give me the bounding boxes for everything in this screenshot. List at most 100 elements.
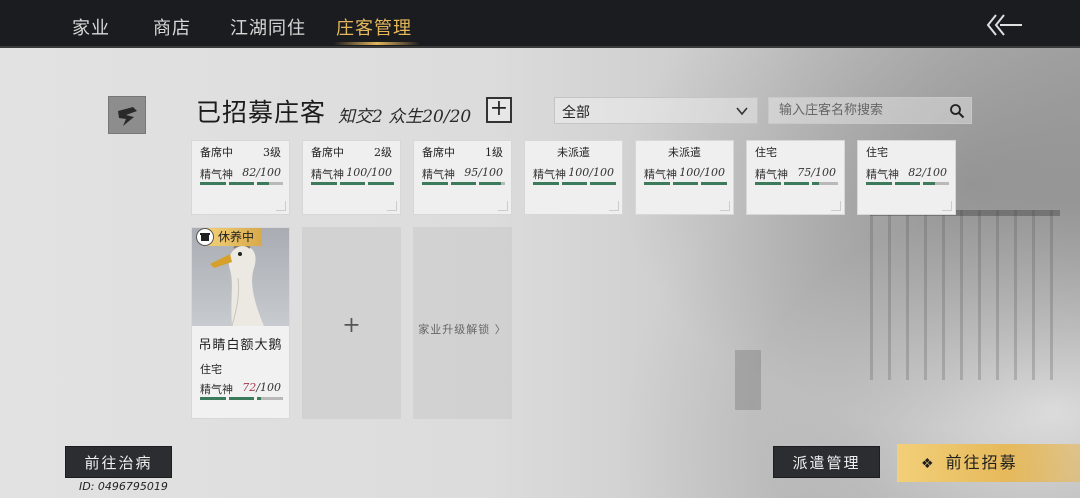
background-lantern	[735, 350, 761, 410]
stamina-bar-segment	[783, 182, 810, 185]
stamina-bar-segment	[644, 182, 670, 185]
stamina-bar	[866, 182, 950, 185]
go-recruit-label: 前往招募	[945, 453, 1018, 472]
stamina-bar-fill	[923, 182, 936, 185]
tab-family-business[interactable]: 家业	[72, 14, 110, 40]
resident-card-goose[interactable]: 休养中 吊睛白额大鹅 住宅 精气神 72/100	[191, 227, 290, 419]
stamina-bar-segment	[450, 182, 477, 185]
add-slot-plus-icon: +	[342, 313, 361, 338]
chevron-down-icon	[736, 107, 748, 116]
stamina-bar-segment	[200, 182, 226, 185]
resident-status: 备席中	[422, 146, 455, 159]
stamina-bar-fill	[644, 182, 670, 185]
search-icon[interactable]	[949, 103, 965, 119]
go-recruit-button[interactable]: ❖ 前往招募	[897, 444, 1080, 482]
resident-location: 住宅	[200, 363, 222, 376]
tab-shop[interactable]: 商店	[153, 14, 191, 40]
locked-resident-slot[interactable]: 家业升级解锁 〉	[413, 227, 512, 419]
stamina-bar-segment	[866, 182, 892, 185]
stamina-label: 精气神	[200, 383, 233, 396]
resident-emblem-icon	[108, 96, 146, 134]
stamina-bar-segment	[368, 182, 395, 185]
stamina-bar-segment	[590, 182, 617, 185]
stamina-bar-fill	[311, 182, 337, 185]
stamina-bar-fill	[755, 182, 781, 185]
stamina-bar-segment	[923, 182, 950, 185]
stamina-value: 82/100	[242, 166, 281, 179]
stamina-label: 精气神	[422, 168, 455, 181]
stamina-current: 72	[242, 381, 257, 394]
card-corner-ornament	[831, 201, 841, 211]
stamina-bar	[533, 182, 617, 185]
resident-card[interactable]: 住宅 精气神 82/100	[857, 140, 956, 215]
stamina-bar-fill	[257, 182, 270, 185]
stamina-bar-segment	[228, 397, 255, 400]
go-heal-button[interactable]: 前往治病	[65, 446, 172, 478]
resident-status: 未派遣	[668, 146, 701, 159]
stamina-bar-segment	[755, 182, 781, 185]
stamina-bar-segment	[533, 182, 559, 185]
resident-card[interactable]: 备席中 2级 精气神 100/100	[302, 140, 401, 215]
search-box	[768, 97, 972, 124]
resident-level: 1级	[485, 146, 503, 159]
back-button[interactable]	[984, 12, 1024, 38]
card-corner-ornament	[387, 201, 397, 211]
stamina-bar	[644, 182, 728, 185]
resting-status-badge: 休养中	[196, 228, 263, 246]
stamina-bar-fill	[450, 182, 477, 185]
stamina-bar-segment	[701, 182, 728, 185]
stamina-bar-segment	[339, 182, 366, 185]
stamina-bar-segment	[812, 182, 839, 185]
stamina-label: 精气神	[311, 168, 344, 181]
stamina-bar-segment	[479, 182, 506, 185]
stamina-bar-fill	[479, 182, 502, 185]
stamina-max: /100	[256, 381, 281, 394]
stamina-bar	[311, 182, 395, 185]
stamina-bar-fill	[422, 182, 448, 185]
stamina-bar-fill	[866, 182, 892, 185]
stamina-bar-fill	[533, 182, 559, 185]
search-input[interactable]	[769, 98, 939, 123]
card-corner-ornament	[720, 201, 730, 211]
resting-status-text: 休养中	[218, 230, 255, 244]
stamina-bar-fill	[368, 182, 395, 185]
stamina-bar-segment	[894, 182, 921, 185]
stamina-value: 100/100	[679, 166, 725, 179]
resident-card[interactable]: 未派遣 精气神 100/100	[524, 140, 623, 215]
stamina-bar-fill	[590, 182, 617, 185]
card-corner-ornament	[609, 201, 619, 211]
stamina-value: 75/100	[797, 166, 836, 179]
stamina-bar	[755, 182, 839, 185]
empty-resident-slot[interactable]: +	[302, 227, 401, 419]
card-corner-ornament	[498, 201, 508, 211]
card-corner-ornament	[942, 201, 952, 211]
stamina-label: 精气神	[533, 168, 566, 181]
diamond-icon: ❖	[921, 456, 936, 472]
filter-selected-label: 全部	[562, 105, 590, 121]
resident-card[interactable]: 备席中 3级 精气神 82/100	[191, 140, 290, 215]
page-title: 已招募庄客	[196, 98, 327, 127]
stamina-bar-segment	[200, 397, 226, 400]
stamina-label: 精气神	[200, 168, 233, 181]
stamina-bar-segment	[257, 182, 284, 185]
resident-card[interactable]: 未派遣精气神 100/100	[635, 140, 734, 215]
stamina-bar-fill	[812, 182, 819, 185]
resident-card[interactable]: 备席中 1级 精气神 95/100	[413, 140, 512, 215]
category-filter-dropdown[interactable]: 全部	[554, 97, 758, 124]
stamina-label: 精气神	[755, 168, 788, 181]
stamina-bar	[200, 182, 284, 185]
stamina-label: 精气神	[644, 168, 677, 181]
stamina-bar	[422, 182, 506, 185]
stamina-bar-fill	[257, 397, 262, 400]
add-resident-button[interactable]: +	[486, 97, 512, 123]
resident-count: 知交2 众生20/20	[338, 107, 472, 127]
resident-status: 备席中	[200, 146, 233, 159]
dispatch-management-button[interactable]: 派遣管理	[773, 446, 880, 478]
tab-cohabit[interactable]: 江湖同住	[230, 14, 306, 40]
stamina-bar-fill	[672, 182, 699, 185]
resident-card[interactable]: 住宅 精气神 75/100	[746, 140, 845, 215]
tab-resident-management[interactable]: 庄客管理	[336, 14, 412, 40]
stamina-bar-fill	[701, 182, 728, 185]
stamina-bar-fill	[339, 182, 366, 185]
stamina-bar-fill	[783, 182, 810, 185]
